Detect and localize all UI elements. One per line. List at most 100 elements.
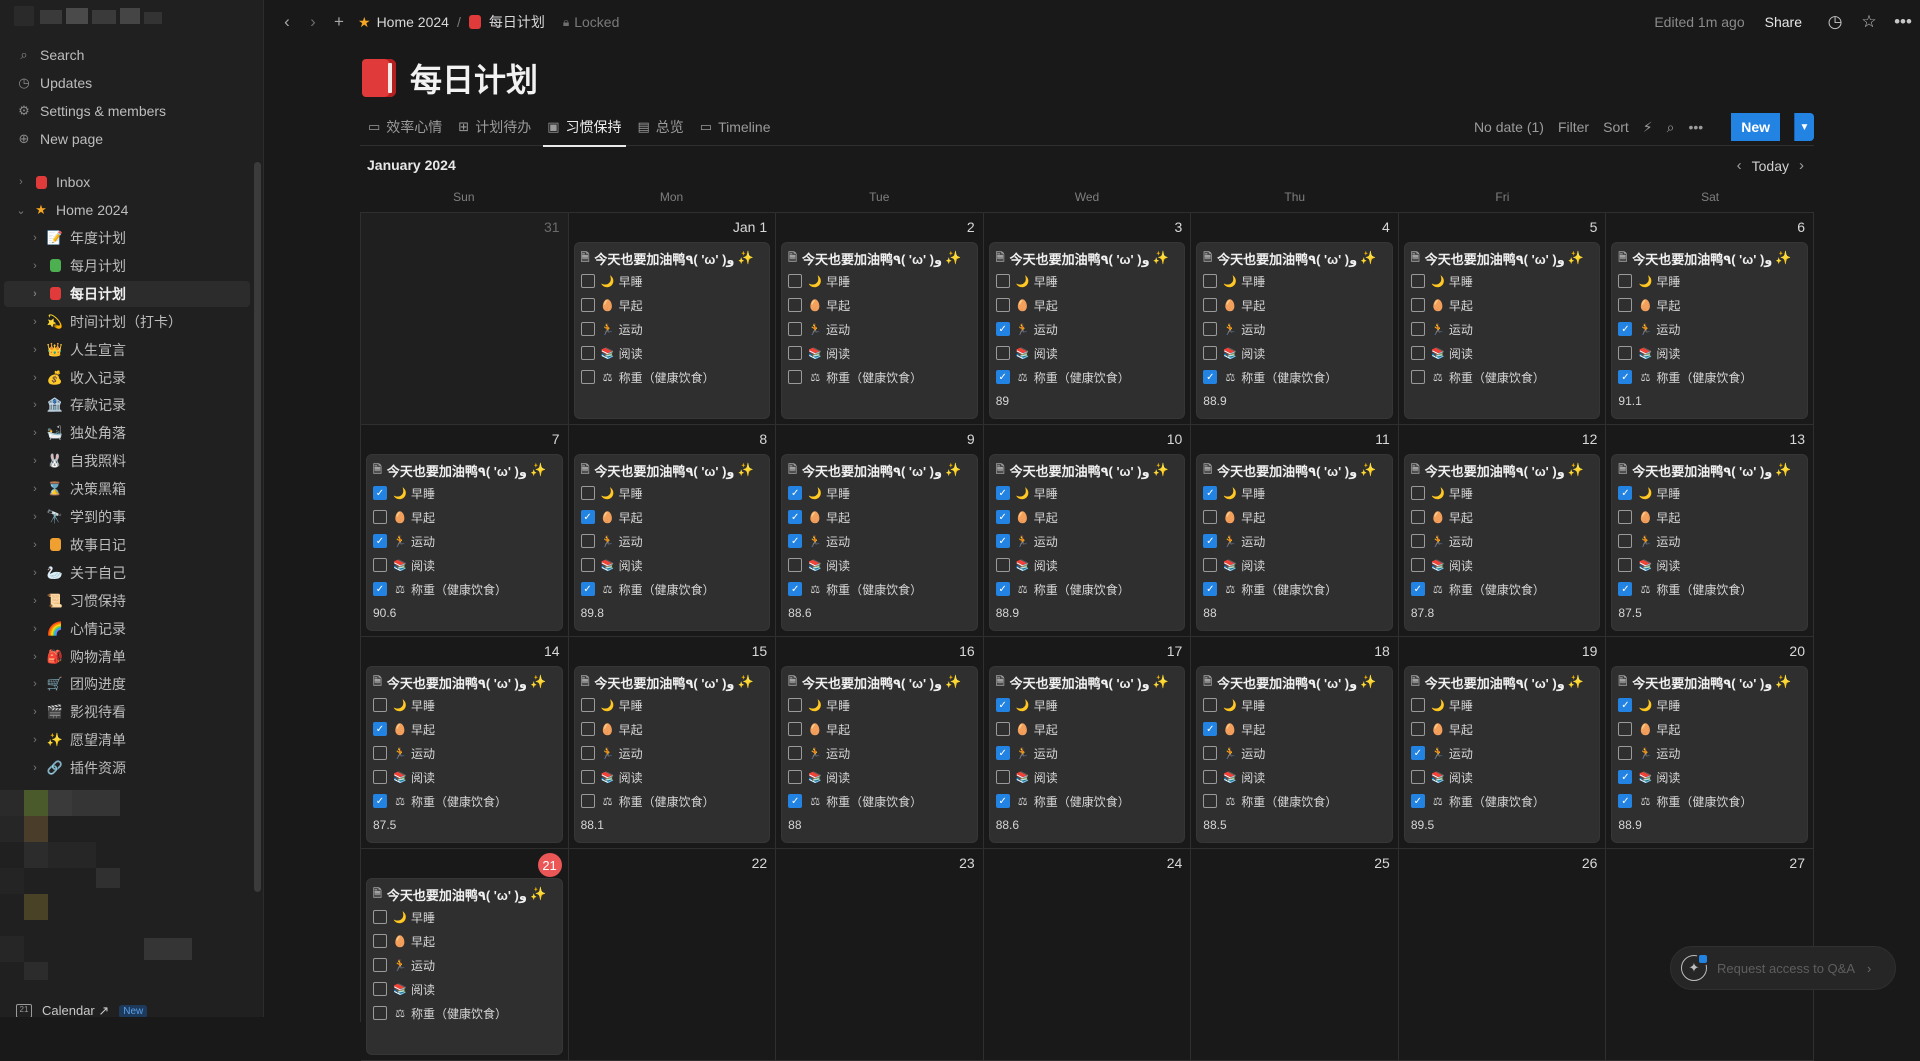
sidebar-page-item[interactable]: › Inbox <box>4 169 250 195</box>
habit-checkbox[interactable]: ✓ <box>1618 370 1633 384</box>
chevron-icon[interactable]: › <box>28 623 42 635</box>
locked-label[interactable]: Locked <box>574 14 619 30</box>
habit-checkbox[interactable] <box>1618 510 1633 524</box>
calendar-day-cell[interactable]: 13 🗎 今天也要加油鸭٩( 'ω' )و ✨ ✓ 🌙 早睡 🥚 早起 🏃 运动 📚 阅读 ✓ ⚖ 称重（健康… <box>1606 425 1814 637</box>
calendar-day-cell[interactable]: 26 <box>1398 849 1607 1061</box>
habit-checkbox[interactable]: ✓ <box>373 722 387 736</box>
view-tab[interactable]: ▤ 总览 <box>630 108 692 146</box>
habit-checkbox[interactable] <box>788 298 803 312</box>
habit-card[interactable]: 🗎 今天也要加油鸭٩( 'ω' )و ✨ 🌙 早睡 ✓ 🥚 早起 🏃 运动 📚 阅读 ✓ ⚖ 称重（健康饮食… <box>367 667 562 842</box>
habit-checkbox[interactable]: ✓ <box>1410 746 1425 760</box>
habit-card[interactable]: 🗎 今天也要加油鸭٩( 'ω' )و ✨ 🌙 早睡 ✓ 🥚 早起 🏃 运动 📚 阅读 ⚖ 称重（健康饮食）… <box>1197 667 1392 842</box>
habit-card[interactable]: 🗎 今天也要加油鸭٩( 'ω' )و ✨ ✓ 🌙 早睡 ✓ 🥚 早起 ✓ 🏃 运动 📚 阅读 ✓ ⚖ 称重（健康… <box>782 455 977 630</box>
chevron-down-icon[interactable]: ▼ <box>1794 113 1814 141</box>
habit-checkbox[interactable] <box>373 558 387 572</box>
habit-checkbox[interactable]: ✓ <box>373 794 387 808</box>
calendar-day-cell[interactable]: 21 🗎 今天也要加油鸭٩( 'ω' )و ✨ 🌙 早睡 🥚 早起 🏃 运动 📚 阅读 ⚖ 称重（健康饮食… <box>361 849 569 1061</box>
habit-checkbox[interactable] <box>995 298 1010 312</box>
sort-button[interactable]: Sort <box>1603 119 1629 135</box>
history-icon[interactable]: ◷ <box>1818 12 1852 32</box>
chevron-icon[interactable]: › <box>28 539 42 551</box>
back-arrow-icon[interactable]: ‹ <box>274 12 300 32</box>
calendar-day-cell[interactable]: 22 <box>568 849 777 1061</box>
chevron-icon[interactable]: › <box>28 734 42 746</box>
plus-icon[interactable]: + <box>326 12 352 32</box>
habit-checkbox[interactable]: ✓ <box>1618 794 1633 808</box>
habit-checkbox[interactable]: ✓ <box>1618 698 1633 712</box>
chevron-icon[interactable]: › <box>28 483 42 495</box>
habit-checkbox[interactable]: ✓ <box>995 794 1010 808</box>
view-options-icon[interactable]: ••• <box>1688 119 1703 135</box>
calendar-day-cell[interactable]: 15 🗎 今天也要加油鸭٩( 'ω' )و ✨ 🌙 早睡 🥚 早起 🏃 运动 📚 阅读 ⚖ 称重（健康饮食… <box>568 637 777 849</box>
sidebar-page-item[interactable]: › 🔭 学到的事 <box>4 504 250 530</box>
habit-checkbox[interactable] <box>788 274 803 288</box>
sidebar-scrollbar[interactable] <box>254 162 261 892</box>
habit-checkbox[interactable] <box>580 534 595 548</box>
workspace-switcher[interactable] <box>14 6 174 28</box>
chevron-icon[interactable]: › <box>28 427 42 439</box>
automation-icon[interactable]: ⚡ <box>1643 119 1653 136</box>
habit-checkbox[interactable] <box>580 298 595 312</box>
sidebar-nav-item[interactable]: ⊕ New page <box>4 126 250 152</box>
habit-checkbox[interactable]: ✓ <box>580 582 595 596</box>
habit-checkbox[interactable] <box>1410 346 1425 360</box>
calendar-day-cell[interactable]: 10 🗎 今天也要加油鸭٩( 'ω' )و ✨ ✓ 🌙 早睡 ✓ 🥚 早起 ✓ 🏃 运动 📚 阅读 ✓ ⚖ 称重（… <box>983 425 1192 637</box>
habit-checkbox[interactable]: ✓ <box>788 534 803 548</box>
chevron-icon[interactable]: › <box>28 595 42 607</box>
sidebar-nav-item[interactable]: ◷ Updates <box>4 70 250 96</box>
sidebar-page-item[interactable]: › 每日计划 <box>4 280 250 307</box>
habit-checkbox[interactable]: ✓ <box>788 582 803 596</box>
calendar-day-cell[interactable]: 17 🗎 今天也要加油鸭٩( 'ω' )و ✨ ✓ 🌙 早睡 🥚 早起 ✓ 🏃 运动 📚 阅读 ✓ ⚖ 称重（健… <box>983 637 1192 849</box>
habit-checkbox[interactable]: ✓ <box>788 486 803 500</box>
habit-checkbox[interactable] <box>373 958 387 972</box>
chevron-icon[interactable]: › <box>28 260 42 272</box>
habit-checkbox[interactable]: ✓ <box>1203 370 1218 384</box>
habit-checkbox[interactable] <box>1410 486 1425 500</box>
habit-card[interactable]: 🗎 今天也要加油鸭٩( 'ω' )و ✨ ✓ 🌙 早睡 🥚 早起 ✓ 🏃 运动 📚 阅读 ✓ ⚖ 称重（健康饮… <box>367 455 562 630</box>
habit-card[interactable]: 🗎 今天也要加油鸭٩( 'ω' )و ✨ 🌙 早睡 🥚 早起 🏃 运动 📚 阅读 ⚖ 称重（健康饮食） <box>782 243 977 418</box>
habit-checkbox[interactable]: ✓ <box>995 322 1010 336</box>
habit-checkbox[interactable]: ✓ <box>995 510 1010 524</box>
favorite-star-icon[interactable]: ☆ <box>1852 12 1886 32</box>
habit-checkbox[interactable] <box>1203 274 1218 288</box>
habit-card[interactable]: 🗎 今天也要加油鸭٩( 'ω' )و ✨ ✓ 🌙 早睡 ✓ 🥚 早起 ✓ 🏃 运动 📚 阅读 ✓ ⚖ 称重（健康… <box>989 455 1185 630</box>
sidebar-page-item[interactable]: › 🐰 自我照料 <box>4 448 250 474</box>
habit-checkbox[interactable] <box>373 910 387 924</box>
habit-checkbox[interactable] <box>373 1006 387 1020</box>
habit-checkbox[interactable] <box>580 698 595 712</box>
sidebar-page-item[interactable]: › 🌈 心情记录 <box>4 616 250 642</box>
habit-checkbox[interactable]: ✓ <box>1203 486 1218 500</box>
habit-card[interactable]: 🗎 今天也要加油鸭٩( 'ω' )و ✨ 🌙 早睡 🥚 早起 🏃 运动 📚 阅读 ⚖ 称重（健康饮食） <box>367 879 562 1054</box>
habit-checkbox[interactable] <box>788 698 803 712</box>
chevron-icon[interactable]: › <box>28 651 42 663</box>
calendar-day-cell[interactable]: 18 🗎 今天也要加油鸭٩( 'ω' )و ✨ 🌙 早睡 ✓ 🥚 早起 🏃 运动 📚 阅读 ⚖ 称重（健康饮… <box>1191 637 1399 849</box>
calendar-day-cell[interactable]: 14 🗎 今天也要加油鸭٩( 'ω' )و ✨ 🌙 早睡 ✓ 🥚 早起 🏃 运动 📚 阅读 ✓ ⚖ 称重（健康… <box>361 637 569 849</box>
habit-checkbox[interactable] <box>1618 746 1633 760</box>
habit-checkbox[interactable] <box>373 510 387 524</box>
chevron-icon[interactable]: › <box>28 344 42 356</box>
habit-checkbox[interactable] <box>1618 558 1633 572</box>
habit-checkbox[interactable] <box>580 794 595 808</box>
sidebar-page-item[interactable]: › 🏦 存款记录 <box>4 392 250 418</box>
sidebar-page-item[interactable]: › 每月计划 <box>4 253 250 279</box>
share-button[interactable]: Share <box>1765 14 1802 30</box>
habit-checkbox[interactable]: ✓ <box>1203 722 1218 736</box>
habit-checkbox[interactable] <box>788 746 803 760</box>
view-tab[interactable]: ⊞ 计划待办 <box>450 108 539 146</box>
habit-checkbox[interactable] <box>1203 698 1218 712</box>
calendar-day-cell[interactable]: 6 🗎 今天也要加油鸭٩( 'ω' )و ✨ 🌙 早睡 🥚 早起 ✓ 🏃 运动 📚 阅读 ✓ ⚖ 称重（健康饮… <box>1606 213 1814 425</box>
habit-checkbox[interactable]: ✓ <box>788 510 803 524</box>
habit-checkbox[interactable] <box>995 274 1010 288</box>
habit-checkbox[interactable] <box>580 486 595 500</box>
sidebar-page-item[interactable]: › 📝 年度计划 <box>4 225 250 251</box>
calendar-day-cell[interactable]: 3 🗎 今天也要加油鸭٩( 'ω' )و ✨ 🌙 早睡 🥚 早起 ✓ 🏃 运动 📚 阅读 ✓ ⚖ 称重（健康饮… <box>983 213 1192 425</box>
habit-checkbox[interactable] <box>1203 746 1218 760</box>
habit-card[interactable]: 🗎 今天也要加油鸭٩( 'ω' )و ✨ 🌙 早睡 🥚 早起 🏃 运动 📚 阅读 ⚖ 称重（健康饮食） <box>574 243 770 418</box>
sidebar-nav-item[interactable]: ⚙ Settings & members <box>4 98 250 124</box>
habit-checkbox[interactable] <box>1410 722 1425 736</box>
sidebar-page-item[interactable]: › 🎬 影视待看 <box>4 699 250 725</box>
sidebar-page-item[interactable]: › ✨ 愿望清单 <box>4 727 250 753</box>
habit-checkbox[interactable] <box>1618 722 1633 736</box>
sidebar-page-item[interactable]: › 🛒 团购进度 <box>4 671 250 697</box>
calendar-day-cell[interactable]: 12 🗎 今天也要加油鸭٩( 'ω' )و ✨ 🌙 早睡 🥚 早起 🏃 运动 📚 阅读 ✓ ⚖ 称重（健康饮… <box>1398 425 1607 637</box>
